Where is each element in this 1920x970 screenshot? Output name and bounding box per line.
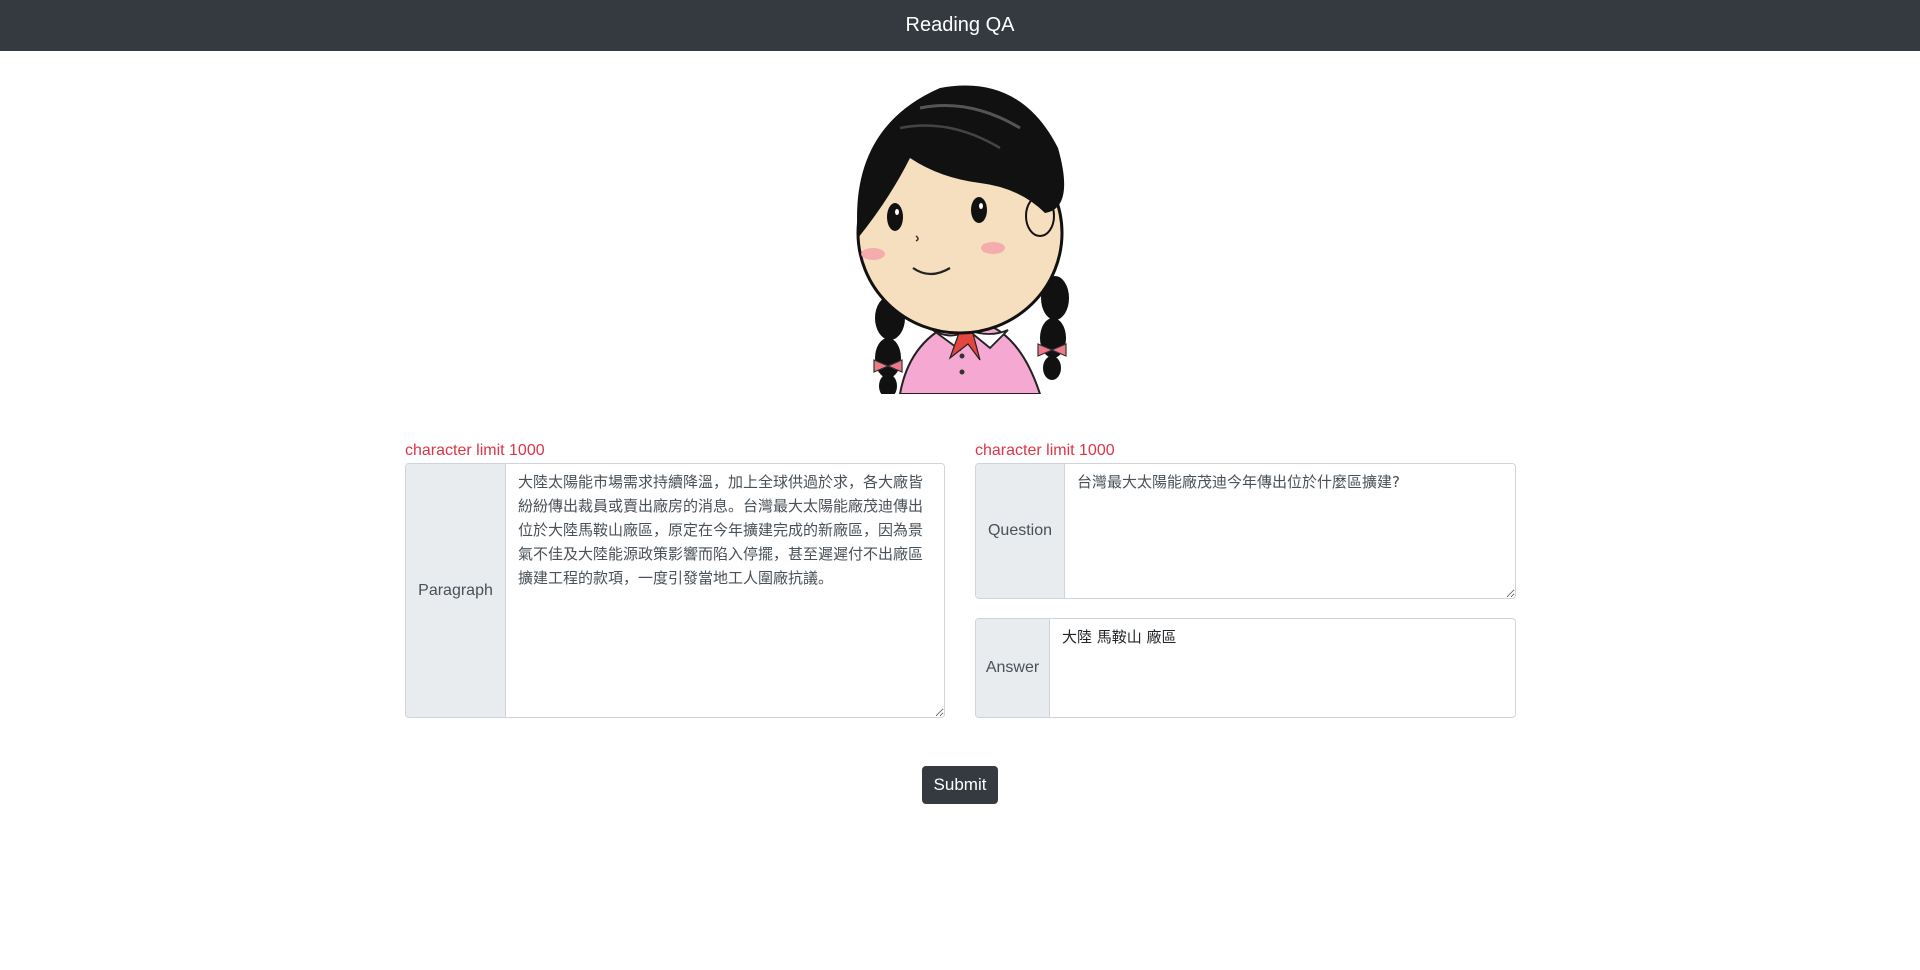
navbar-title: Reading QA (905, 14, 1015, 36)
answer-output: 大陸 馬鞍山 廠區 (1050, 619, 1515, 717)
answer-group: Answer 大陸 馬鞍山 廠區 (975, 618, 1516, 718)
paragraph-limit-note: character limit 1000 (405, 442, 545, 459)
answer-label: Answer (976, 619, 1050, 717)
submit-button[interactable]: Submit (922, 766, 998, 804)
paragraph-input[interactable]: 大陸太陽能市場需求持續降溫，加上全球供過於求，各大廠皆紛紛傳出裁員或賣出廠房的消… (506, 464, 944, 717)
navbar: Reading QA (0, 0, 1920, 51)
question-label: Question (976, 464, 1065, 598)
paragraph-group: Paragraph 大陸太陽能市場需求持續降溫，加上全球供過於求，各大廠皆紛紛傳… (405, 463, 945, 718)
question-group: Question 台灣最大太陽能廠茂迪今年傳出位於什麼區擴建? (975, 463, 1516, 599)
girl-avatar-icon (830, 68, 1090, 394)
paragraph-label: Paragraph (406, 464, 506, 717)
question-limit-note: character limit 1000 (975, 442, 1115, 459)
question-input[interactable]: 台灣最大太陽能廠茂迪今年傳出位於什麼區擴建? (1065, 464, 1515, 598)
